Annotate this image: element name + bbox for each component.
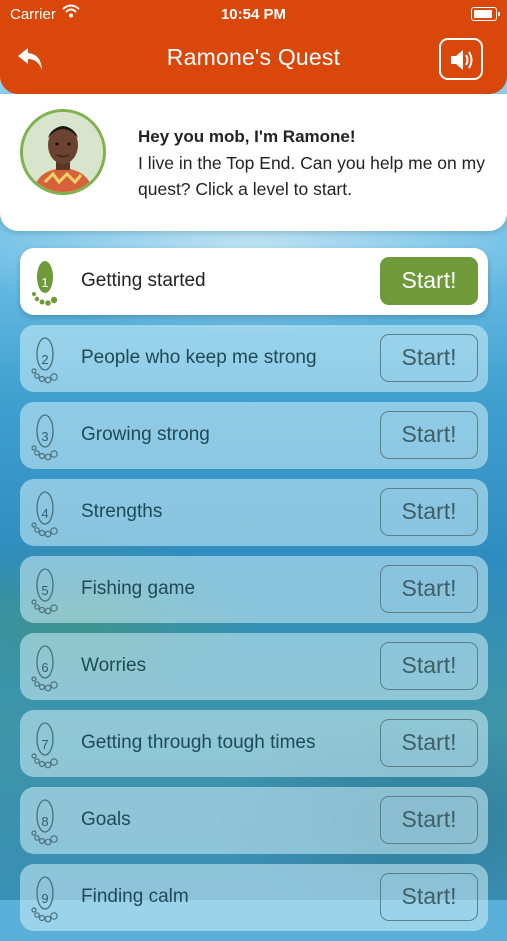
- level-label: Getting through tough times: [81, 732, 316, 753]
- level-label: Finding calm: [81, 886, 189, 907]
- intro-message: Hey you mob, I'm Ramone! I live in the T…: [138, 124, 493, 202]
- level-item-9[interactable]: 9 Finding calm Start!: [20, 864, 488, 931]
- level-label: Fishing game: [81, 578, 196, 599]
- start-button[interactable]: Start!: [380, 334, 478, 382]
- avatar: [20, 109, 106, 195]
- level-number: 9: [41, 891, 49, 906]
- start-button[interactable]: Start!: [380, 719, 478, 767]
- level-label: Growing strong: [81, 424, 210, 445]
- level-item-4[interactable]: 4 Strengths Start!: [20, 479, 488, 546]
- start-button[interactable]: Start!: [380, 411, 478, 459]
- page-title: Ramone's Quest: [166, 44, 341, 70]
- start-button[interactable]: Start!: [380, 565, 478, 613]
- speaker-icon: [451, 50, 473, 70]
- level-number: 2: [41, 352, 49, 367]
- intro-card: Hey you mob, I'm Ramone! I live in the T…: [0, 94, 507, 231]
- start-button[interactable]: Start!: [380, 796, 478, 844]
- level-number: 3: [41, 429, 49, 444]
- level-number: 4: [41, 506, 49, 521]
- level-label: Goals: [81, 809, 131, 830]
- greeting: Hey you mob, I'm Ramone!: [138, 127, 356, 146]
- level-number: 8: [41, 814, 49, 829]
- start-button[interactable]: Start!: [380, 873, 478, 921]
- battery-icon: [471, 7, 500, 21]
- level-label: Getting started: [81, 270, 206, 291]
- level-number: 1: [41, 275, 49, 290]
- ramone-portrait: [23, 112, 103, 192]
- start-button[interactable]: Start!: [380, 488, 478, 536]
- start-button[interactable]: Start!: [380, 257, 478, 305]
- level-number: 5: [41, 583, 49, 598]
- level-item-1[interactable]: 1 Getting started Start!: [20, 248, 488, 315]
- level-label: Worries: [81, 655, 147, 676]
- level-number: 7: [41, 737, 49, 752]
- level-item-7[interactable]: 7 Getting through tough times Start!: [20, 710, 488, 777]
- level-item-2[interactable]: 2 People who keep me strong Start!: [20, 325, 488, 392]
- status-bar: Carrier 10:54 PM: [0, 0, 507, 30]
- app-header: Carrier 10:54 PM Ramone's Quest: [0, 0, 507, 94]
- intro-body: I live in the Top End. Can you help me o…: [138, 153, 485, 199]
- clock: 10:54 PM: [220, 6, 287, 23]
- level-label: Strengths: [81, 501, 163, 522]
- level-item-3[interactable]: 3 Growing strong Start!: [20, 402, 488, 469]
- level-number: 6: [41, 660, 49, 675]
- level-item-5[interactable]: 5 Fishing game Start!: [20, 556, 488, 623]
- start-button[interactable]: Start!: [380, 642, 478, 690]
- level-label: People who keep me strong: [81, 347, 317, 368]
- sound-button[interactable]: [439, 38, 483, 80]
- level-list: 1 Getting started Start! 2 People who ke…: [20, 248, 488, 941]
- level-item-8[interactable]: 8 Goals Start!: [20, 787, 488, 854]
- level-item-6[interactable]: 6 Worries Start!: [20, 633, 488, 700]
